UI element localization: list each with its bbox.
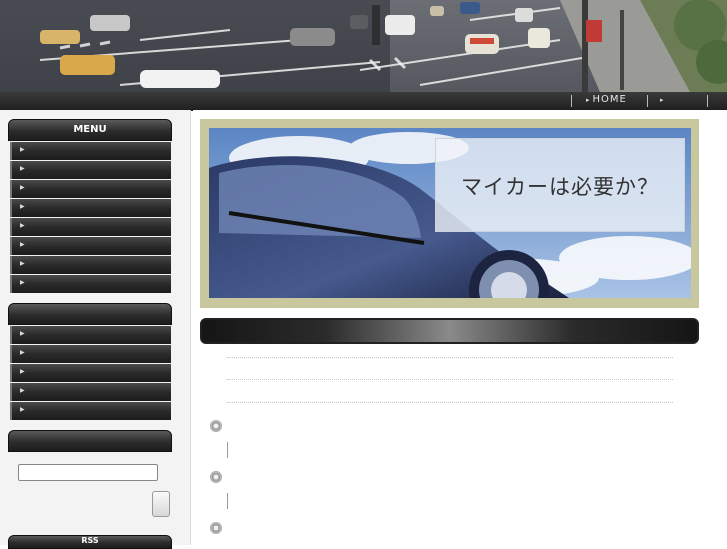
secondary-item-4[interactable]: ▶ [10, 383, 171, 401]
bullet-arrow-icon: ▶ [20, 146, 25, 153]
bullet-arrow-icon: ▶ [20, 406, 25, 413]
menu-item-6[interactable]: ▶ [10, 237, 171, 255]
search-header [8, 430, 172, 452]
menu-item-8[interactable]: ▶ [10, 275, 171, 293]
menu-item-4[interactable]: ▶ [10, 199, 171, 217]
hero-frame: マイカーは必要か？ [200, 119, 699, 308]
bullet-arrow-icon: ▶ [20, 330, 25, 337]
bullet-arrow-icon: ▶ [20, 203, 25, 210]
post-bullet-icon [210, 420, 222, 432]
menu-list: ▶ ▶ ▶ ▶ ▶ ▶ ▶ ▶ [10, 142, 171, 294]
bullet-arrow-icon: ▶ [20, 387, 25, 394]
street-photo [0, 0, 727, 92]
sidebar: MENU ▶ ▶ ▶ ▶ ▶ ▶ ▶ ▶ ▶ ▶ ▶ ▶ ▶ RSS [0, 110, 191, 549]
nav-home-link[interactable]: ▸ HOME [586, 94, 627, 105]
bullet-arrow-icon: ▶ [20, 349, 25, 356]
hero-image: マイカーは必要か？ [209, 128, 691, 298]
secondary-item-1[interactable]: ▶ [10, 326, 171, 344]
secondary-item-2[interactable]: ▶ [10, 345, 171, 363]
nav-separator [707, 95, 708, 107]
nav-separator [647, 95, 648, 107]
post-bullet-icon [210, 522, 222, 534]
post-marker [227, 493, 228, 509]
nav-link-2[interactable]: ▸ [660, 94, 667, 105]
dotted-divider [227, 379, 673, 380]
top-nav-bar: ▸ HOME ▸ [0, 92, 727, 111]
post-marker [227, 442, 228, 458]
nav-separator [571, 95, 572, 107]
search-input[interactable] [18, 464, 158, 481]
hero-caption: マイカーは必要か？ [461, 175, 659, 199]
bullet-arrow-icon: ▸ [586, 96, 591, 104]
search-button[interactable] [152, 491, 170, 517]
bullet-arrow-icon: ▶ [20, 260, 25, 267]
dotted-divider [227, 402, 673, 403]
menu-item-1[interactable]: ▶ [10, 142, 171, 160]
menu-item-2[interactable]: ▶ [10, 161, 171, 179]
secondary-list: ▶ ▶ ▶ ▶ ▶ [10, 326, 171, 421]
hero-caption-box: マイカーは必要か？ [435, 138, 685, 232]
menu-item-5[interactable]: ▶ [10, 218, 171, 236]
menu-item-7[interactable]: ▶ [10, 256, 171, 274]
secondary-item-3[interactable]: ▶ [10, 364, 171, 382]
content-title-bar [200, 318, 699, 344]
dotted-divider [227, 357, 673, 358]
bullet-arrow-icon: ▶ [20, 368, 25, 375]
post-bullet-icon [210, 471, 222, 483]
bullet-arrow-icon: ▶ [20, 184, 25, 191]
nav-home-label: HOME [592, 94, 627, 105]
secondary-item-5[interactable]: ▶ [10, 402, 171, 420]
bullet-arrow-icon: ▶ [20, 222, 25, 229]
main-content: マイカーは必要か？ [193, 110, 727, 545]
menu-header: MENU [8, 119, 172, 141]
bullet-arrow-icon: ▶ [20, 279, 25, 286]
bullet-arrow-icon: ▶ [20, 241, 25, 248]
secondary-header [8, 303, 172, 325]
header-banner [0, 0, 727, 92]
menu-item-3[interactable]: ▶ [10, 180, 171, 198]
rss-header: RSS [8, 535, 172, 549]
bullet-arrow-icon: ▸ [660, 96, 665, 104]
bullet-arrow-icon: ▶ [20, 165, 25, 172]
